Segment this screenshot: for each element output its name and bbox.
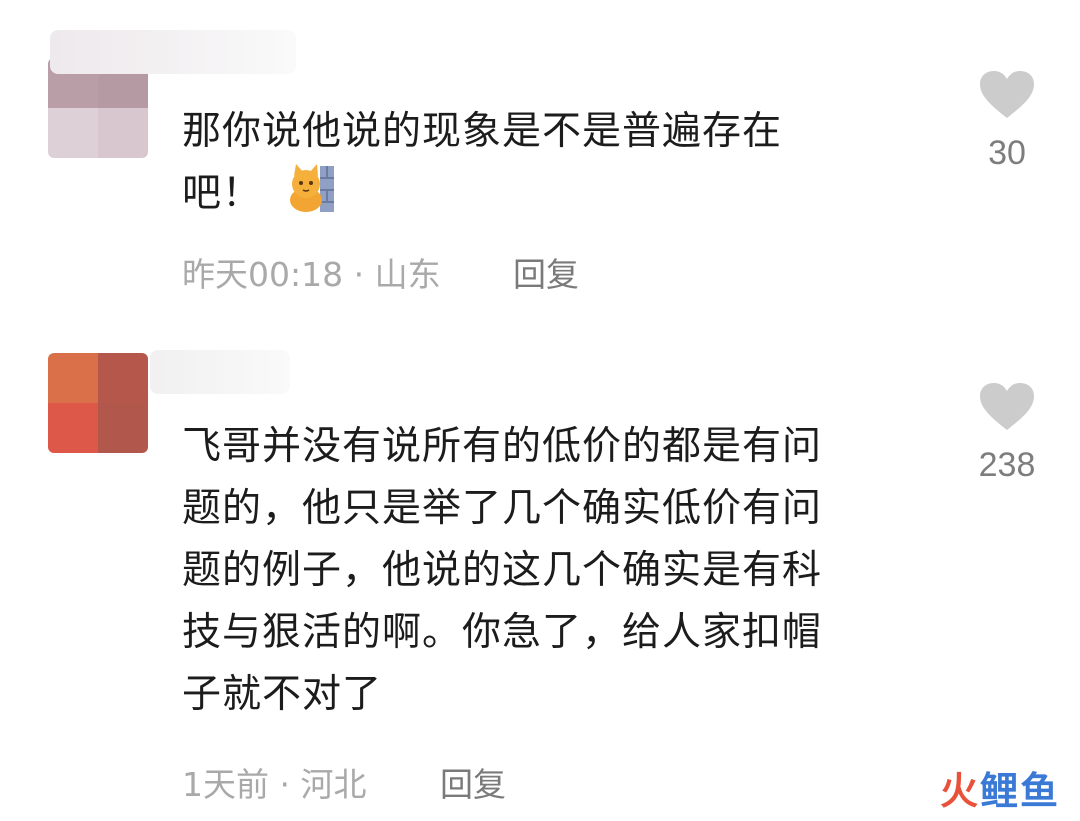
username-blurred[interactable] [150,350,290,394]
meta-separator: · [353,255,365,294]
watermark-logo: 火鲤鱼 [940,760,1060,815]
comment-item: 那你说他说的现象是不是普遍存在 吧！ 昨天00:18 · 山东 回复 30 [0,0,1080,310]
reply-button[interactable]: 回复 [513,248,579,296]
comment-item: 飞哥并没有说所有的低价的都是有问 题的，他只是举了几个确实低价有问 题的例子，他… [0,320,1080,820]
like-count: 238 [978,446,1036,484]
avatar-pixel [48,403,98,453]
comment-text: 飞哥并没有说所有的低价的都是有问 题的，他只是举了几个确实低价有问 题的例子，他… [182,416,912,726]
comment-line: 题的例子，他说的这几个确实是有科 [182,548,823,593]
comment-line: 飞哥并没有说所有的低价的都是有问 [182,424,823,469]
like-button[interactable]: 30 [962,70,1052,173]
heart-icon [980,383,1034,430]
comment-line: 技与狠活的啊。你急了，给人家扣帽 [182,610,823,655]
comment-location: 河北 [300,765,367,804]
like-button[interactable]: 238 [962,382,1052,485]
comment-line: 吧！ [182,163,912,225]
comment-line: 那你说他说的现象是不是普遍存在 [182,109,783,154]
comment-time: 1天前 [182,765,269,804]
reply-button[interactable]: 回复 [440,758,506,806]
username-blurred[interactable] [50,30,296,74]
comment-text: 那你说他说的现象是不是普遍存在 吧！ [182,101,912,225]
avatar[interactable] [48,353,148,453]
avatar-pixel [98,353,148,403]
comment-meta: 1天前 · 河北 [182,758,367,806]
comment-line: 子就不对了 [182,672,383,717]
avatar-pixel [48,108,98,158]
watermark-part: 鲤鱼 [979,769,1060,813]
watermark-part: 火 [939,769,980,813]
comment-meta: 昨天00:18 · 山东 [182,248,441,296]
like-count: 30 [988,134,1026,172]
avatar-pixel [98,403,148,453]
comment-time: 昨天00:18 [182,255,344,294]
avatar-pixel [48,353,98,403]
comment-location: 山东 [374,255,441,294]
heart-icon [980,71,1034,118]
meta-separator: · [279,765,291,804]
comment-line: 题的，他只是举了几个确实低价有问 [182,486,823,531]
avatar-pixel [98,108,148,158]
cat-peeking-emoji [286,164,335,212]
